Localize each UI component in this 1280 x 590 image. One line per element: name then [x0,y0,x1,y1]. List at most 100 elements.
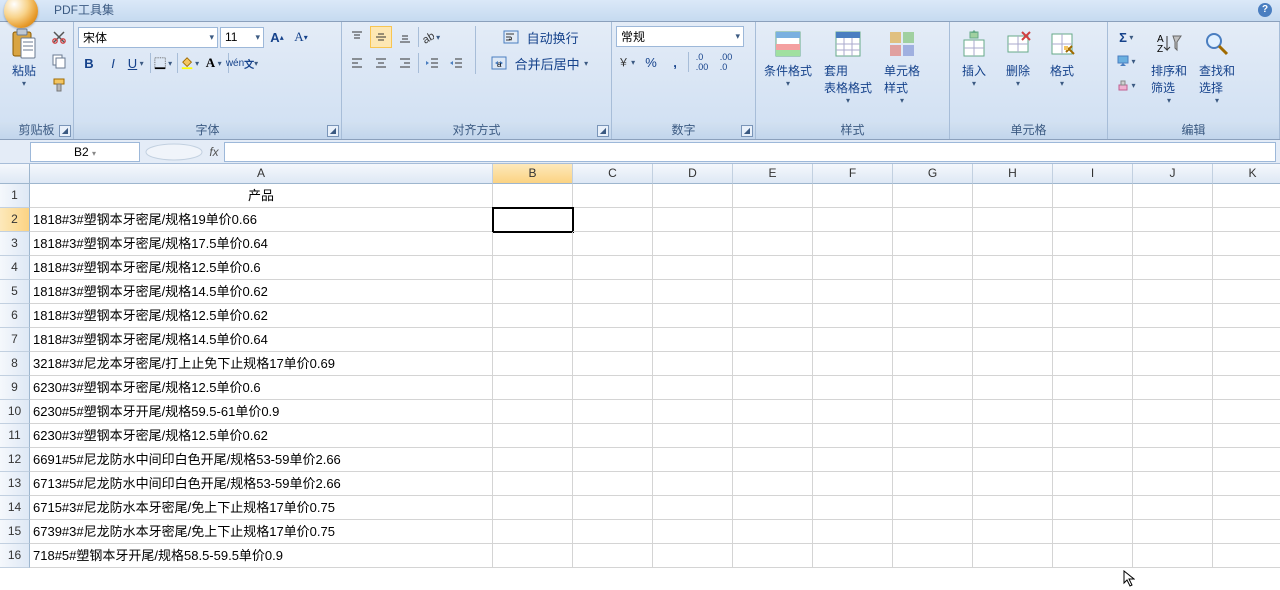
cell-G10[interactable] [893,400,973,424]
cell-K9[interactable] [1213,376,1280,400]
col-header-I[interactable]: I [1053,164,1133,184]
cell-I12[interactable] [1053,448,1133,472]
cell-I1[interactable] [1053,184,1133,208]
cell-C4[interactable] [573,256,653,280]
cell-E3[interactable] [733,232,813,256]
cell-G9[interactable] [893,376,973,400]
align-top-button[interactable] [346,26,368,48]
cell-A11[interactable]: 6230#3#塑钢本牙密尾/规格12.5单价0.62 [30,424,493,448]
cell-F5[interactable] [813,280,893,304]
paste-button[interactable]: 粘贴▾ [4,26,44,90]
cell-H14[interactable] [973,496,1053,520]
bold-button[interactable]: B [78,52,100,74]
cell-G7[interactable] [893,328,973,352]
decrease-decimal-button[interactable]: .00.0 [715,51,737,73]
cell-A2[interactable]: 1818#3#塑钢本牙密尾/规格19单价0.66 [30,208,493,232]
cell-C2[interactable] [573,208,653,232]
find-select-button[interactable]: 查找和 选择▾ [1195,26,1239,107]
orientation-button[interactable]: ab▾ [421,26,443,48]
cell-D5[interactable] [653,280,733,304]
cell-J15[interactable] [1133,520,1213,544]
worksheet-grid[interactable]: ABCDEFGHIJK 12345678910111213141516 产品18… [0,164,1280,590]
cell-C13[interactable] [573,472,653,496]
cell-B8[interactable] [493,352,573,376]
cell-B12[interactable] [493,448,573,472]
row-header-9[interactable]: 9 [0,376,30,400]
cell-D13[interactable] [653,472,733,496]
cell-K12[interactable] [1213,448,1280,472]
cell-B11[interactable] [493,424,573,448]
format-cells-button[interactable]: 格式▾ [1042,26,1082,90]
cell-styles-button[interactable]: 单元格 样式▾ [880,26,924,107]
cell-A15[interactable]: 6739#3#尼龙防水本牙密尾/免上下止规格17单价0.75 [30,520,493,544]
cell-H10[interactable] [973,400,1053,424]
cell-F7[interactable] [813,328,893,352]
help-icon[interactable]: ? [1258,3,1272,17]
cell-G15[interactable] [893,520,973,544]
cell-G3[interactable] [893,232,973,256]
cell-J6[interactable] [1133,304,1213,328]
cell-K6[interactable] [1213,304,1280,328]
cell-F10[interactable] [813,400,893,424]
cell-I14[interactable] [1053,496,1133,520]
tab-PDF工具集[interactable]: PDF工具集 [44,0,124,21]
col-header-J[interactable]: J [1133,164,1213,184]
cell-B4[interactable] [493,256,573,280]
row-header-15[interactable]: 15 [0,520,30,544]
cell-C8[interactable] [573,352,653,376]
cell-C10[interactable] [573,400,653,424]
percent-button[interactable]: % [640,51,662,73]
accounting-format-button[interactable]: ￥▾ [616,51,638,73]
cell-J13[interactable] [1133,472,1213,496]
col-header-B[interactable]: B [493,164,573,184]
cell-B15[interactable] [493,520,573,544]
row-header-16[interactable]: 16 [0,544,30,568]
cell-H3[interactable] [973,232,1053,256]
italic-button[interactable]: I [102,52,124,74]
cell-H6[interactable] [973,304,1053,328]
cell-H15[interactable] [973,520,1053,544]
cell-H16[interactable] [973,544,1053,568]
col-header-D[interactable]: D [653,164,733,184]
cell-D10[interactable] [653,400,733,424]
cell-A16[interactable]: 718#5#塑钢本牙开尾/规格58.5-59.5单价0.9 [30,544,493,568]
cell-E13[interactable] [733,472,813,496]
cell-G4[interactable] [893,256,973,280]
cell-I8[interactable] [1053,352,1133,376]
cell-D14[interactable] [653,496,733,520]
cell-A12[interactable]: 6691#5#尼龙防水中间印白色开尾/规格53-59单价2.66 [30,448,493,472]
border-button[interactable]: ▾ [153,52,175,74]
cell-D15[interactable] [653,520,733,544]
decrease-font-button[interactable]: A▾ [290,26,312,48]
autosum-button[interactable]: Σ▾ [1112,26,1143,48]
cell-K7[interactable] [1213,328,1280,352]
cell-E12[interactable] [733,448,813,472]
cell-C16[interactable] [573,544,653,568]
row-header-4[interactable]: 4 [0,256,30,280]
increase-indent-button[interactable] [445,52,467,74]
formula-input[interactable] [224,142,1276,162]
col-header-H[interactable]: H [973,164,1053,184]
cell-I13[interactable] [1053,472,1133,496]
clipboard-launcher[interactable]: ◢ [59,125,71,137]
col-header-E[interactable]: E [733,164,813,184]
cell-I16[interactable] [1053,544,1133,568]
cell-D11[interactable] [653,424,733,448]
cell-E6[interactable] [733,304,813,328]
cell-C5[interactable] [573,280,653,304]
row-header-14[interactable]: 14 [0,496,30,520]
cell-E10[interactable] [733,400,813,424]
cell-C12[interactable] [573,448,653,472]
col-header-K[interactable]: K [1213,164,1280,184]
clear-button[interactable]: ▾ [1112,74,1143,96]
increase-font-button[interactable]: A▴ [266,26,288,48]
cell-A13[interactable]: 6713#5#尼龙防水中间印白色开尾/规格53-59单价2.66 [30,472,493,496]
number-format-combo[interactable]: 常规 [616,26,744,47]
cell-F3[interactable] [813,232,893,256]
cell-G5[interactable] [893,280,973,304]
font-family-combo[interactable]: 宋体 [78,27,218,48]
select-all-corner[interactable] [0,164,30,184]
cell-F6[interactable] [813,304,893,328]
cell-K8[interactable] [1213,352,1280,376]
font-launcher[interactable]: ◢ [327,125,339,137]
